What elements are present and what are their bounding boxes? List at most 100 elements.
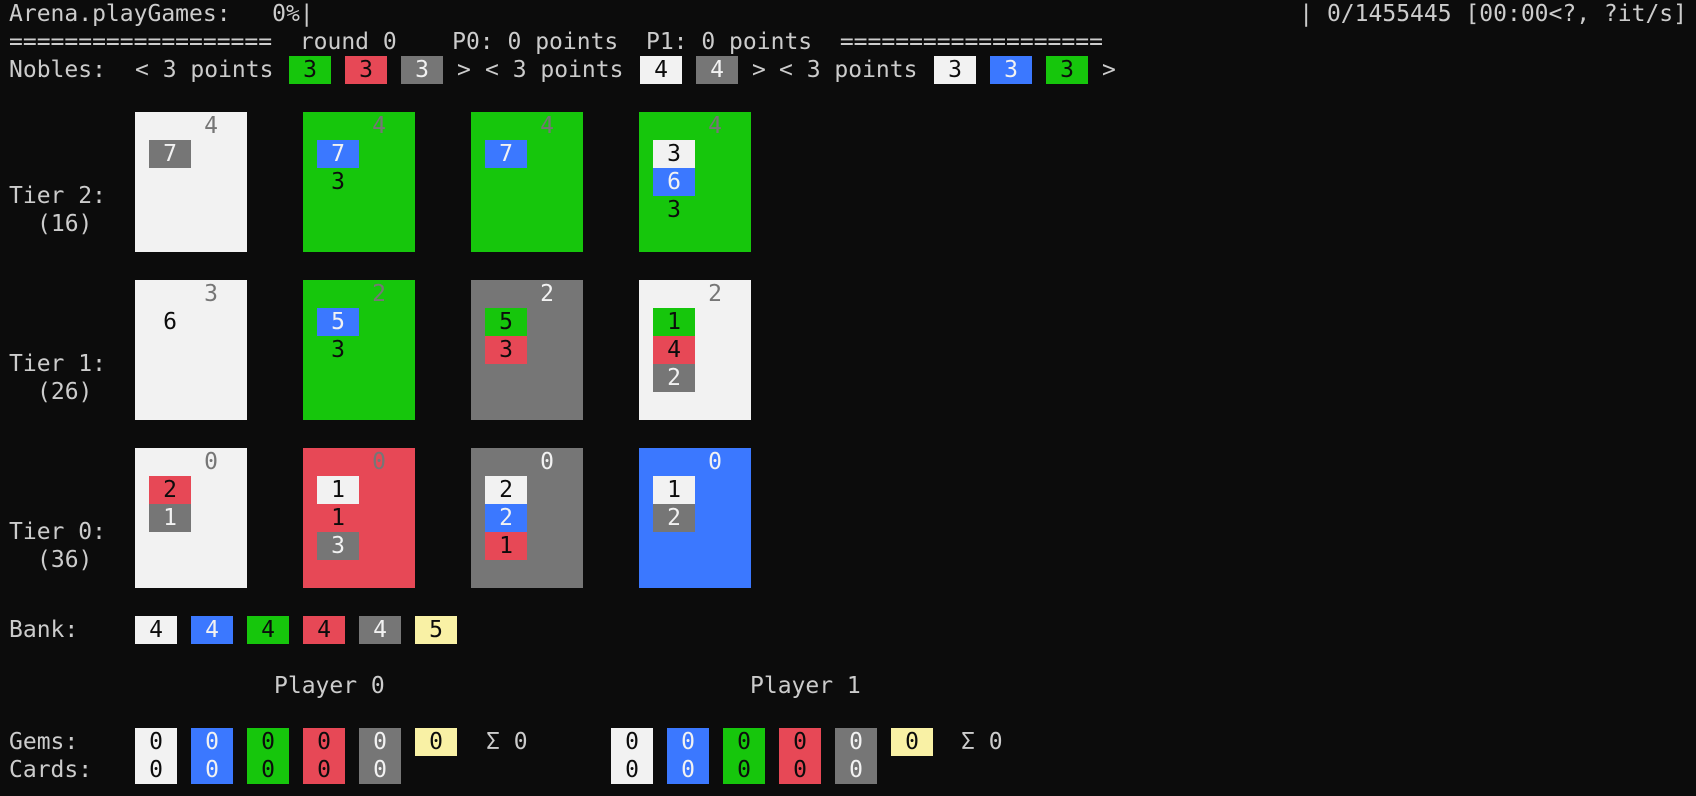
card-cost-text: 1 xyxy=(331,505,345,531)
card-points: 2 xyxy=(372,281,386,307)
noble-1-gem-grey: 4 xyxy=(696,56,738,84)
noble-0-gem-green: 3 xyxy=(289,56,331,84)
noble-0-gem-red: 3 xyxy=(345,56,387,84)
player-1-card-white: 0 xyxy=(611,756,653,784)
round-banner: =================== round 0 P0: 0 points… xyxy=(9,29,1103,55)
card-points: 0 xyxy=(372,449,386,475)
player-0-gem-white: 0 xyxy=(135,728,177,756)
tier-2-card-3[interactable]: 4363 xyxy=(639,112,751,252)
card-cost-red: 3 xyxy=(485,336,527,364)
tier-0-card-2[interactable]: 0221 xyxy=(471,448,583,588)
bank-gem-grey: 4 xyxy=(359,616,401,644)
player-1-gem-green: 0 xyxy=(723,728,765,756)
player-0-gem-sum: Σ 0 xyxy=(486,729,528,755)
tier-2-count: (16) xyxy=(37,211,93,237)
player-1-gem-sum: Σ 0 xyxy=(961,729,1003,755)
bank-gem-gold: 5 xyxy=(415,616,457,644)
card-cost-text: 3 xyxy=(331,337,345,363)
player-0-card-white: 0 xyxy=(135,756,177,784)
card-cost-text: 3 xyxy=(667,197,681,223)
player-0-gem-green: 0 xyxy=(247,728,289,756)
progress-status: | 0/1455445 [00:00<?, ?it/s] xyxy=(1299,1,1687,27)
card-points: 4 xyxy=(372,113,386,139)
card-cost-grey: 2 xyxy=(653,364,695,392)
card-cost-blue: 7 xyxy=(485,140,527,168)
card-cost-grey: 3 xyxy=(317,532,359,560)
tier-2-card-0[interactable]: 47 xyxy=(135,112,247,252)
tier-0-count: (36) xyxy=(37,547,93,573)
card-cost-blue: 6 xyxy=(653,168,695,196)
tier-0-label: Tier 0: xyxy=(9,519,106,545)
card-cost-red: 1 xyxy=(485,532,527,560)
player-1-gem-red: 0 xyxy=(779,728,821,756)
gems-label: Gems: xyxy=(9,729,79,755)
player-0-gem-gold: 0 xyxy=(415,728,457,756)
tier-1-card-3[interactable]: 2142 xyxy=(639,280,751,420)
player-1-gem-white: 0 xyxy=(611,728,653,756)
card-cost-grey: 1 xyxy=(149,504,191,532)
progress-label: Arena.playGames: 0%| xyxy=(9,1,314,27)
player-1-card-red: 0 xyxy=(779,756,821,784)
noble-2-gem-green: 3 xyxy=(1046,56,1088,84)
noble-2-close: > xyxy=(1102,57,1116,83)
card-cost-blue: 2 xyxy=(485,504,527,532)
player-1-card-green: 0 xyxy=(723,756,765,784)
card-points: 4 xyxy=(540,113,554,139)
card-cost-green: 1 xyxy=(653,308,695,336)
card-points: 0 xyxy=(540,449,554,475)
tier-0-card-1[interactable]: 0113 xyxy=(303,448,415,588)
card-points: 2 xyxy=(708,281,722,307)
player-0-name: Player 0 xyxy=(274,673,385,699)
tier-0-card-3[interactable]: 012 xyxy=(639,448,751,588)
player-0-gem-red: 0 xyxy=(303,728,345,756)
noble-1-gem-white: 4 xyxy=(640,56,682,84)
player-0-card-grey: 0 xyxy=(359,756,401,784)
card-cost-grey: 2 xyxy=(653,504,695,532)
card-cost-text: 3 xyxy=(331,169,345,195)
card-points: 0 xyxy=(708,449,722,475)
cards-label: Cards: xyxy=(9,757,93,783)
player-1-name: Player 1 xyxy=(750,673,861,699)
tier-1-card-1[interactable]: 253 xyxy=(303,280,415,420)
tier-2-card-2[interactable]: 47 xyxy=(471,112,583,252)
player-1-card-grey: 0 xyxy=(835,756,877,784)
card-cost-white: 3 xyxy=(653,140,695,168)
noble-2-gem-white: 3 xyxy=(934,56,976,84)
bank-gem-white: 4 xyxy=(135,616,177,644)
card-points: 4 xyxy=(204,113,218,139)
noble-0-close: > xyxy=(457,57,471,83)
noble-1-close: > xyxy=(752,57,766,83)
card-points: 4 xyxy=(708,113,722,139)
player-0-card-green: 0 xyxy=(247,756,289,784)
tier-1-card-2[interactable]: 253 xyxy=(471,280,583,420)
tier-1-label: Tier 1: xyxy=(9,351,106,377)
card-points: 2 xyxy=(540,281,554,307)
card-cost-blue: 7 xyxy=(317,140,359,168)
card-points: 0 xyxy=(204,449,218,475)
bank-gem-green: 4 xyxy=(247,616,289,644)
card-cost-grey: 7 xyxy=(149,140,191,168)
bank-gem-red: 4 xyxy=(303,616,345,644)
tier-2-label: Tier 2: xyxy=(9,183,106,209)
player-1-card-blue: 0 xyxy=(667,756,709,784)
tier-2-card-1[interactable]: 473 xyxy=(303,112,415,252)
noble-2-gem-blue: 3 xyxy=(990,56,1032,84)
card-cost-text: 6 xyxy=(163,309,177,335)
tier-0-card-0[interactable]: 021 xyxy=(135,448,247,588)
card-cost-white: 2 xyxy=(485,476,527,504)
bank-gem-blue: 4 xyxy=(191,616,233,644)
card-cost-red: 2 xyxy=(149,476,191,504)
player-0-gem-blue: 0 xyxy=(191,728,233,756)
bank-label: Bank: xyxy=(9,617,79,643)
player-0-gem-grey: 0 xyxy=(359,728,401,756)
noble-0-label: < 3 points xyxy=(135,57,274,83)
card-cost-green: 5 xyxy=(485,308,527,336)
player-0-card-blue: 0 xyxy=(191,756,233,784)
noble-0-gem-grey: 3 xyxy=(401,56,443,84)
tier-1-count: (26) xyxy=(37,379,93,405)
tier-1-card-0[interactable]: 36 xyxy=(135,280,247,420)
nobles-label: Nobles: xyxy=(9,57,106,83)
card-points: 3 xyxy=(204,281,218,307)
player-1-gem-gold: 0 xyxy=(891,728,933,756)
card-cost-red: 4 xyxy=(653,336,695,364)
